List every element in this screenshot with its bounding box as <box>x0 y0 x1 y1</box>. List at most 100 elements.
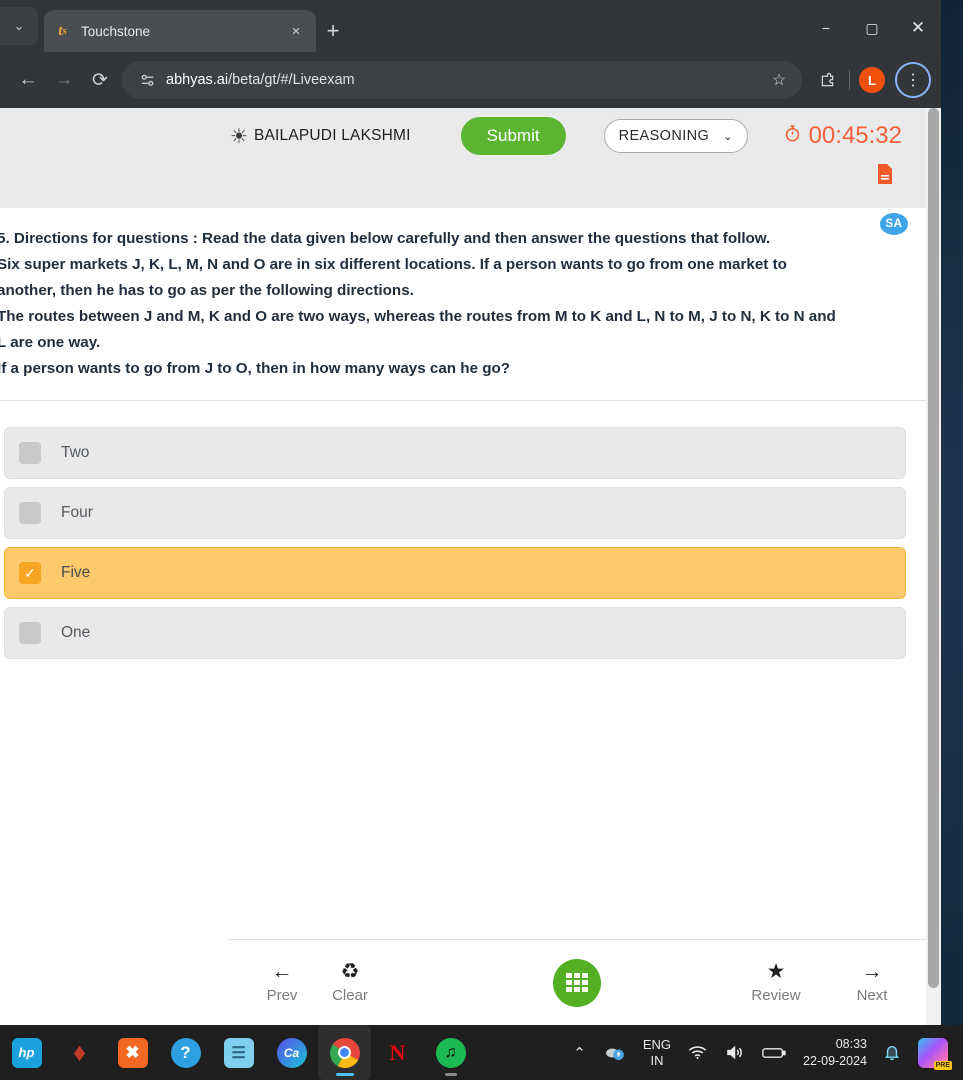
review-label: Review <box>751 987 801 1004</box>
exam-timer: 00:45:32 <box>783 122 902 150</box>
checkbox-unchecked[interactable] <box>19 442 41 464</box>
address-bar[interactable]: abhyas.ai/beta/gt/#/Liveexam ☆ <box>122 61 802 99</box>
subject-select-value: REASONING <box>618 128 710 144</box>
taskbar-clock[interactable]: 08:33 22-09-2024 <box>795 1036 875 1070</box>
page-scrollbar[interactable] <box>926 108 941 1025</box>
taskbar-netflix[interactable]: N <box>371 1025 424 1080</box>
maximize-button[interactable]: ▢ <box>849 10 895 46</box>
spotify-icon: ♫ <box>435 1037 466 1068</box>
question-text: 5. Directions for questions : Read the d… <box>0 226 926 382</box>
option-two[interactable]: Two <box>4 427 906 479</box>
back-button[interactable]: ← <box>10 62 46 98</box>
browser-tab-touchstone[interactable]: ts Touchstone × <box>44 10 316 52</box>
taskbar-apps: hp ♦ ✖ ? ☰ Ca N ♫ <box>0 1025 477 1080</box>
toolbar-divider <box>849 70 850 90</box>
browser-window: ⌄ ts Touchstone × + − ▢ ✕ ← → ⟳ abhyas.a… <box>0 0 941 1025</box>
option-one[interactable]: One <box>4 607 906 659</box>
question-line: L are one way. <box>0 334 101 351</box>
next-button[interactable]: → Next <box>838 961 906 1005</box>
prev-label: Prev <box>266 987 298 1004</box>
url-domain: abhyas.ai <box>166 72 229 88</box>
subject-select[interactable]: REASONING ⌄ <box>603 119 748 153</box>
taskbar-xampp[interactable]: ✖ <box>106 1025 159 1080</box>
new-tab-button[interactable]: + <box>316 18 350 44</box>
document-icon[interactable] <box>876 164 894 190</box>
question-line: If a person wants to go from J to O, the… <box>0 360 511 377</box>
review-button[interactable]: ★ Review <box>742 960 810 1005</box>
question-line: another, then he has to go as per the fo… <box>0 282 414 299</box>
option-label: Four <box>61 504 93 521</box>
taskbar-notepad[interactable]: ☰ <box>212 1025 265 1080</box>
prev-button[interactable]: ← Prev <box>248 961 316 1005</box>
minimize-button[interactable]: − <box>803 10 849 46</box>
mcafee-icon: ♦ <box>72 1037 87 1067</box>
forward-button[interactable]: → <box>46 62 82 98</box>
reload-button[interactable]: ⟳ <box>82 62 118 98</box>
touchstone-favicon-icon: ts <box>58 22 67 39</box>
wifi-icon[interactable] <box>679 1025 716 1080</box>
copilot-button[interactable]: PRE <box>909 1025 957 1080</box>
chevron-down-icon: ⌄ <box>13 18 25 33</box>
chevron-down-icon: ⌄ <box>723 130 733 143</box>
language-top: ENG <box>642 1036 672 1052</box>
question-palette-button[interactable] <box>553 958 601 1007</box>
checkbox-checked[interactable]: ✓ <box>19 562 41 584</box>
tab-close-icon[interactable]: × <box>286 23 306 40</box>
clock-time: 08:33 <box>835 1036 867 1051</box>
language-indicator[interactable]: ENG IN <box>635 1037 679 1069</box>
exam-bottom-nav: ← Prev ♻ Clear ★ Review → Next <box>228 939 926 1025</box>
preview-tag: PRE <box>933 1060 952 1070</box>
tray-expand-button[interactable]: ⌃ <box>564 1025 595 1080</box>
close-window-button[interactable]: ✕ <box>895 10 941 46</box>
next-label: Next <box>856 987 888 1004</box>
copilot-icon: PRE <box>918 1037 952 1070</box>
checkbox-unchecked[interactable] <box>19 502 41 524</box>
onedrive-icon[interactable] <box>595 1025 635 1080</box>
site-settings-icon[interactable] <box>136 73 158 88</box>
answer-options: Two Four ✓ Five One <box>0 401 926 667</box>
extensions-icon[interactable] <box>810 63 844 97</box>
exam-page: ☀ BAILAPUDI LAKSHMI Submit REASONING ⌄ 0… <box>0 108 926 1025</box>
option-label: Two <box>61 444 90 461</box>
submit-button[interactable]: Submit <box>460 117 566 155</box>
page-viewport: ☀ BAILAPUDI LAKSHMI Submit REASONING ⌄ 0… <box>0 108 941 1025</box>
bookmark-star-icon[interactable]: ☆ <box>764 70 794 90</box>
checkbox-unchecked[interactable] <box>19 622 41 644</box>
notepad-icon: ☰ <box>223 1037 254 1068</box>
avatar-initial: L <box>859 67 885 93</box>
canva-icon: Ca <box>276 1037 307 1068</box>
scrollbar-thumb[interactable] <box>928 108 939 988</box>
timer-value: 00:45:32 <box>808 122 902 149</box>
option-label: Five <box>61 564 91 581</box>
stopwatch-icon <box>783 124 802 149</box>
taskbar-help[interactable]: ? <box>159 1025 212 1080</box>
browser-menu-button[interactable]: ⋮ <box>895 62 931 98</box>
user-block: ☀ BAILAPUDI LAKSHMI <box>230 124 411 149</box>
question-block: SA 5. Directions for questions : Read th… <box>0 208 926 401</box>
clear-button[interactable]: ♻ Clear <box>316 961 384 1005</box>
taskbar-spotify[interactable]: ♫ <box>424 1025 477 1080</box>
question-line: The routes between J and M, K and O are … <box>0 308 836 325</box>
tab-search-button[interactable]: ⌄ <box>0 7 38 45</box>
active-indicator <box>335 1073 354 1076</box>
battery-icon[interactable] <box>753 1025 795 1080</box>
taskbar-mcafee[interactable]: ♦ <box>53 1025 106 1080</box>
user-name: BAILAPUDI LAKSHMI <box>253 127 411 144</box>
exam-header: ☀ BAILAPUDI LAKSHMI Submit REASONING ⌄ 0… <box>0 108 926 208</box>
star-icon: ★ <box>766 960 786 983</box>
profile-avatar[interactable]: L <box>855 63 889 97</box>
option-five[interactable]: ✓ Five <box>4 547 906 599</box>
option-four[interactable]: Four <box>4 487 906 539</box>
taskbar-hp-support[interactable]: hp <box>0 1025 53 1080</box>
tab-title: Touchstone <box>81 23 151 39</box>
question-line: 5. Directions for questions : Read the d… <box>0 230 771 247</box>
notification-bell-icon[interactable] <box>875 1025 909 1080</box>
volume-icon[interactable] <box>716 1025 753 1080</box>
language-bottom: IN <box>650 1052 664 1068</box>
person-icon: ☀ <box>230 125 248 148</box>
status-badge: SA <box>880 213 908 235</box>
window-controls: − ▢ ✕ <box>803 10 941 46</box>
taskbar-canva[interactable]: Ca <box>265 1025 318 1080</box>
taskbar-chrome[interactable] <box>318 1025 371 1080</box>
